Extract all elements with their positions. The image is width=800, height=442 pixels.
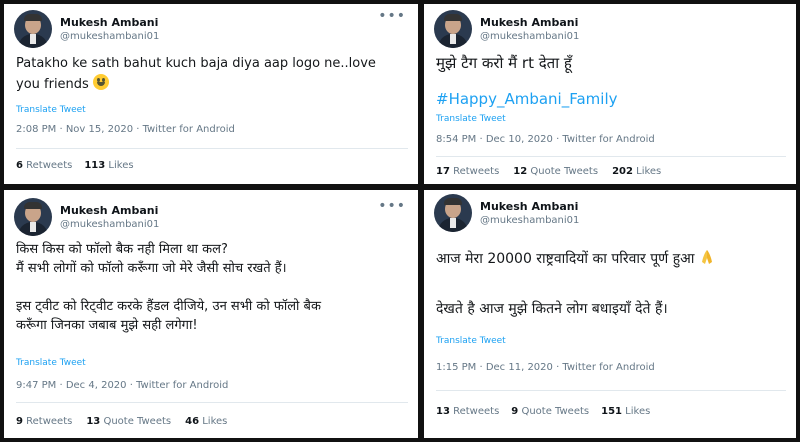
tweet-card-3[interactable]: Mukesh Ambani @mukeshambani01 ••• किस कि… [4, 190, 418, 438]
user-handle[interactable]: @mukeshambani01 [480, 214, 579, 227]
display-name[interactable]: Mukesh Ambani [480, 15, 579, 30]
tweet-card-4[interactable]: Mukesh Ambani @mukeshambani01 आज मेरा 20… [424, 190, 796, 438]
tweet-header: Mukesh Ambani @mukeshambani01 [14, 10, 159, 48]
display-name[interactable]: Mukesh Ambani [60, 15, 159, 30]
tweet-text: किस किस को फॉलो बैक नही मिला था कल? मैं … [16, 240, 408, 335]
tweet-text-line: मैं सभी लोगों को फॉलो करूँगा जो मेरे जैस… [16, 261, 287, 276]
retweets-count[interactable]: 17 Retweets [436, 166, 499, 177]
more-dots-icon[interactable]: ••• [378, 198, 406, 214]
tweet-text-line: किस किस को फॉलो बैक नही मिला था कल? [16, 242, 228, 257]
user-handle[interactable]: @mukeshambani01 [480, 30, 579, 43]
tweet-text: आज मेरा 20000 राष्ट्रवादियों का परिवार प… [436, 248, 786, 320]
tweet-text-line: Patakho ke sath bahut kuch baja diya aap… [16, 56, 376, 71]
folded-hands-emoji-icon [701, 250, 712, 264]
user-handle[interactable]: @mukeshambani01 [60, 218, 159, 231]
likes-count[interactable]: 151 Likes [601, 406, 650, 417]
hashtag-link[interactable]: #Happy_Ambani_Family [436, 88, 786, 110]
tweet-stats: 6 Retweets 113 Likes [16, 160, 134, 171]
user-handle[interactable]: @mukeshambani01 [60, 30, 159, 43]
tweet-timestamp[interactable]: 2:08 PM · Nov 15, 2020 · Twitter for And… [16, 124, 235, 135]
divider [16, 148, 408, 149]
avatar[interactable] [14, 10, 52, 48]
tweet-text-line: मुझे टैग करो मैं rt देता हूँ [436, 54, 572, 72]
grinning-face-emoji-icon [92, 74, 109, 90]
display-name[interactable]: Mukesh Ambani [480, 199, 579, 214]
quote-tweets-count[interactable]: 13 Quote Tweets [86, 416, 171, 427]
tweet-header: Mukesh Ambani @mukeshambani01 [434, 194, 579, 232]
translate-tweet-link[interactable]: Translate Tweet [436, 336, 506, 346]
tweet-timestamp[interactable]: 8:54 PM · Dec 10, 2020 · Twitter for And… [436, 134, 655, 145]
tweet-header: Mukesh Ambani @mukeshambani01 [434, 10, 579, 48]
tweet-timestamp[interactable]: 1:15 PM · Dec 11, 2020 · Twitter for And… [436, 362, 655, 373]
tweet-stats: 13 Retweets 9 Quote Tweets 151 Likes [436, 406, 650, 417]
tweet-timestamp[interactable]: 9:47 PM · Dec 4, 2020 · Twitter for Andr… [16, 380, 228, 391]
tweet-text-line: आज मेरा 20000 राष्ट्रवादियों का परिवार प… [436, 251, 695, 267]
tweet-header: Mukesh Ambani @mukeshambani01 [14, 198, 159, 236]
tweet-card-1[interactable]: Mukesh Ambani @mukeshambani01 ••• Patakh… [4, 4, 418, 184]
divider [436, 156, 786, 157]
tweet-text: मुझे टैग करो मैं rt देता हूँ #Happy_Amba… [436, 52, 786, 110]
tweet-collage: Mukesh Ambani @mukeshambani01 ••• Patakh… [0, 0, 800, 442]
tweet-text-line: इस ट्वीट को रिट्वीट करके हैंडल दीजिये, उ… [16, 299, 321, 314]
tweet-stats: 9 Retweets 13 Quote Tweets 46 Likes [16, 416, 227, 427]
tweet-text: Patakho ke sath bahut kuch baja diya aap… [16, 54, 408, 95]
retweets-count[interactable]: 13 Retweets [436, 406, 499, 417]
retweets-count[interactable]: 9 Retweets [16, 416, 72, 427]
retweets-count[interactable]: 6 Retweets [16, 160, 72, 171]
avatar[interactable] [14, 198, 52, 236]
tweet-card-2[interactable]: Mukesh Ambani @mukeshambani01 मुझे टैग क… [424, 4, 796, 184]
translate-tweet-link[interactable]: Translate Tweet [16, 358, 86, 368]
divider [16, 402, 408, 403]
likes-count[interactable]: 202 Likes [612, 166, 661, 177]
likes-count[interactable]: 46 Likes [185, 416, 227, 427]
more-dots-icon[interactable]: ••• [378, 8, 406, 24]
divider [436, 390, 786, 391]
tweet-text-line: करूँगा जिनका जबाब मुझे सही लगेगा! [16, 318, 198, 333]
tweet-text-line: देखते है आज मुझे कितने लोग बधाइयाँ देते … [436, 301, 668, 317]
translate-tweet-link[interactable]: Translate Tweet [16, 105, 86, 115]
translate-tweet-link[interactable]: Translate Tweet [436, 114, 506, 124]
tweet-text-blank-line [16, 278, 408, 297]
avatar[interactable] [434, 10, 472, 48]
tweet-stats: 17 Retweets 12 Quote Tweets 202 Likes [436, 166, 661, 177]
display-name[interactable]: Mukesh Ambani [60, 203, 159, 218]
tweet-text-line: you friends [16, 77, 89, 92]
quote-tweets-count[interactable]: 9 Quote Tweets [511, 406, 589, 417]
avatar[interactable] [434, 194, 472, 232]
quote-tweets-count[interactable]: 12 Quote Tweets [513, 166, 598, 177]
likes-count[interactable]: 113 Likes [84, 160, 133, 171]
